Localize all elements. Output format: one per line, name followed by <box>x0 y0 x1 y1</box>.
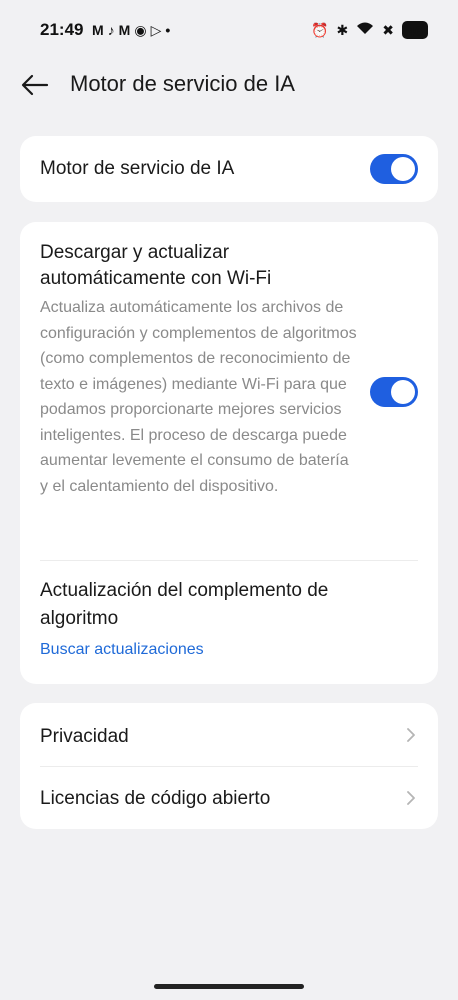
gmail-icon: M <box>92 22 104 38</box>
page-header: Motor de servicio de IA <box>0 60 458 110</box>
toggle-knob <box>391 157 415 181</box>
play-icon: ▷ <box>150 22 162 38</box>
chevron-right-icon <box>407 791 415 805</box>
privacy-row[interactable]: Privacidad <box>20 703 438 766</box>
links-card: Privacidad Licencias de código abierto <box>20 703 438 829</box>
licenses-row[interactable]: Licencias de código abierto <box>20 766 438 829</box>
ai-engine-card: Motor de servicio de IA <box>20 136 438 202</box>
alarm-icon: ⏰ <box>311 22 329 38</box>
wifi-update-toggle[interactable] <box>370 377 418 407</box>
wifi-update-description: Actualiza automáticamente los archivos d… <box>40 299 357 495</box>
plugin-update-title: Actualización del complemento de algorit… <box>40 580 329 629</box>
privacy-label: Privacidad <box>40 726 129 747</box>
battery-icon: 46 <box>402 21 428 39</box>
wifi-update-title: Descargar y actualizar automáticamente c… <box>40 242 272 289</box>
wifi-icon <box>356 20 374 40</box>
dot-icon: • <box>165 22 171 38</box>
home-indicator[interactable] <box>154 984 304 989</box>
status-bar: 21:49 M ♪ M ◉ ▷ • ⏰ ✱ ✖ 46 <box>0 0 458 60</box>
notification-icons: M ♪ M ◉ ▷ • <box>92 20 170 40</box>
divider <box>40 560 418 561</box>
back-button[interactable] <box>18 68 52 102</box>
tiktok-icon: ♪ <box>107 22 115 38</box>
status-time: 21:49 <box>40 20 84 39</box>
ai-engine-toggle[interactable] <box>370 154 418 184</box>
x-app-icon: ✖ <box>382 22 394 38</box>
page-title: Motor de servicio de IA <box>70 71 295 96</box>
food-app-icon: ◉ <box>134 22 147 38</box>
gmail-icon: M <box>118 22 131 38</box>
back-arrow-icon <box>21 74 49 96</box>
licenses-label: Licencias de código abierto <box>40 788 271 809</box>
toggle-knob <box>391 380 415 404</box>
wifi-update-card: Descargar y actualizar automáticamente c… <box>20 222 438 684</box>
ai-engine-label: Motor de servicio de IA <box>40 158 235 179</box>
system-icons: ⏰ ✱ ✖ 46 <box>311 20 428 40</box>
bluetooth-icon: ✱ <box>336 22 349 38</box>
chevron-right-icon <box>407 728 415 742</box>
check-updates-link[interactable]: Buscar actualizaciones <box>40 641 204 659</box>
